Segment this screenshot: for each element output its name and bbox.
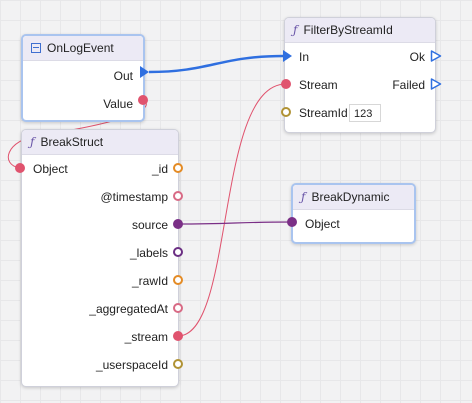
- exec-pin-ok[interactable]: [430, 50, 442, 62]
- output-label-failed: Failed: [392, 78, 425, 92]
- exec-pin-out[interactable]: [140, 66, 149, 78]
- node-header[interactable]: ƒ FilterByStreamId: [285, 18, 435, 43]
- pin-stream-output[interactable]: [173, 331, 183, 341]
- node-title: FilterByStreamId: [303, 23, 393, 37]
- output-label-timestamp: @timestamp: [100, 190, 168, 204]
- pin-value[interactable]: [138, 95, 148, 105]
- input-label-stream: Stream: [299, 78, 338, 92]
- output-label-value: Value: [103, 97, 133, 111]
- function-icon: ƒ: [293, 23, 298, 37]
- wire-out-to-in[interactable]: [148, 54, 285, 74]
- node-title: BreakStruct: [40, 135, 104, 149]
- output-label-out: Out: [113, 69, 133, 83]
- node-break-struct[interactable]: ƒ BreakStruct Object _id @timestamp sour…: [21, 129, 179, 387]
- wire-stream-to-stream[interactable]: [177, 83, 287, 337]
- event-icon: [31, 43, 41, 53]
- node-on-log-event[interactable]: OnLogEvent Out Value: [21, 34, 145, 122]
- node-header[interactable]: ƒ BreakStruct: [22, 130, 178, 155]
- pin-raw-id[interactable]: [173, 275, 183, 285]
- output-label-source: source: [131, 218, 168, 232]
- node-header[interactable]: OnLogEvent: [23, 36, 143, 61]
- node-header[interactable]: ƒ BreakDynamic: [293, 185, 414, 210]
- output-label-userspace-id: _userspaceId: [95, 358, 168, 372]
- pin-object-input[interactable]: [15, 163, 25, 173]
- input-label-in: In: [299, 50, 310, 64]
- exec-pin-failed[interactable]: [430, 78, 442, 90]
- pin-labels[interactable]: [173, 247, 183, 257]
- pin-aggregated-at[interactable]: [173, 303, 183, 313]
- output-label-id: _id: [151, 162, 168, 176]
- pin-stream[interactable]: [281, 79, 291, 89]
- pin-break-dynamic-object[interactable]: [287, 217, 297, 227]
- stream-id-field[interactable]: 123: [349, 104, 381, 122]
- input-label-object: Object: [305, 217, 340, 231]
- node-filter-by-stream-id[interactable]: ƒ FilterByStreamId In Stream StreamId 12…: [284, 17, 436, 133]
- pin-userspace-id[interactable]: [173, 359, 183, 369]
- node-break-dynamic[interactable]: ƒ BreakDynamic Object: [291, 183, 416, 244]
- function-icon: ƒ: [301, 190, 306, 204]
- wire-source-to-object[interactable]: [177, 221, 293, 225]
- input-label-object: Object: [33, 162, 68, 176]
- pin-id[interactable]: [173, 163, 183, 173]
- output-label-ok: Ok: [409, 50, 425, 64]
- output-label-labels: _labels: [129, 246, 168, 260]
- node-title: BreakDynamic: [311, 190, 390, 204]
- input-label-stream-id: StreamId: [299, 106, 348, 120]
- node-title: OnLogEvent: [47, 41, 114, 55]
- output-label-stream: _stream: [124, 330, 168, 344]
- function-icon: ƒ: [30, 135, 35, 149]
- exec-pin-in[interactable]: [283, 50, 292, 62]
- output-label-raw-id: _rawId: [131, 274, 168, 288]
- output-label-aggregated-at: _aggregatedAt: [89, 302, 168, 316]
- pin-timestamp[interactable]: [173, 191, 183, 201]
- pin-stream-id[interactable]: [281, 107, 291, 117]
- pin-source[interactable]: [173, 219, 183, 229]
